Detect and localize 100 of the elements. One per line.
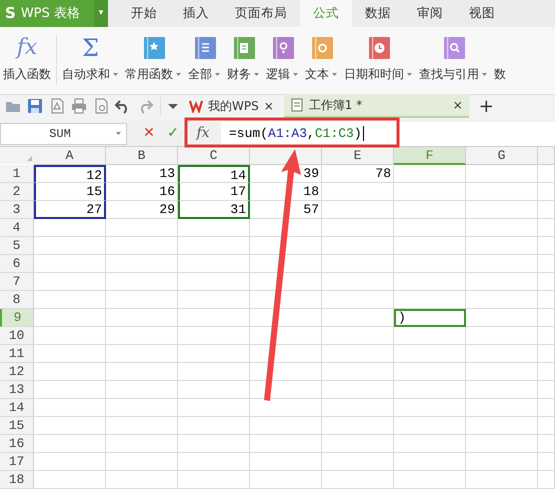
row-header[interactable]: 15 [0, 417, 34, 435]
empty-cell [394, 237, 466, 255]
row-header[interactable]: 18 [0, 471, 34, 489]
empty-cell [394, 327, 466, 345]
empty-cell [466, 345, 538, 363]
ribbon-button[interactable]: 财务 [224, 35, 263, 83]
name-box[interactable]: SUM [0, 122, 127, 144]
ribbon-button[interactable]: fx 插入函数 [0, 35, 54, 83]
column-header[interactable]: B [106, 147, 178, 165]
cancel-button[interactable]: ✕ [137, 123, 161, 144]
menu-tab[interactable]: 数据 [352, 0, 404, 27]
empty-cell [322, 471, 394, 489]
column-header[interactable]: C [178, 147, 250, 165]
table-cell: 14 [178, 165, 250, 183]
menu-caret-button[interactable]: ▾ [94, 0, 108, 27]
empty-cell [538, 471, 555, 489]
row-header[interactable]: 16 [0, 435, 34, 453]
empty-cell [322, 309, 394, 327]
empty-cell [394, 273, 466, 291]
save-icon[interactable] [26, 97, 44, 115]
empty-cell [538, 255, 555, 273]
row-header[interactable]: 6 [0, 255, 34, 273]
empty-cell [322, 453, 394, 471]
empty-cell [394, 183, 466, 201]
ribbon-button[interactable]: 文本 [302, 35, 341, 83]
row-header[interactable]: 4 [0, 219, 34, 237]
empty-cell [250, 453, 322, 471]
empty-cell [394, 255, 466, 273]
row-header[interactable]: 7 [0, 273, 34, 291]
empty-cell [106, 291, 178, 309]
empty-cell [322, 237, 394, 255]
empty-cell [106, 399, 178, 417]
empty-cell [322, 399, 394, 417]
empty-cell [538, 291, 555, 309]
column-header[interactable]: A [34, 147, 106, 165]
row-header[interactable]: 12 [0, 363, 34, 381]
empty-cell [106, 219, 178, 237]
document-tab[interactable]: 工作簿1 * × [284, 94, 469, 118]
ribbon-button[interactable]: 数 [491, 35, 509, 83]
ribbon-button[interactable]: 逻辑 [263, 35, 302, 83]
empty-cell [538, 327, 555, 345]
empty-cell [538, 309, 555, 327]
empty-cell [394, 291, 466, 309]
empty-cell [538, 363, 555, 381]
empty-cell [106, 381, 178, 399]
row-header[interactable]: 8 [0, 291, 34, 309]
document-tab[interactable]: 我的WPS × [183, 94, 280, 118]
empty-cell [178, 399, 250, 417]
empty-cell [322, 345, 394, 363]
row-header[interactable]: 10 [0, 327, 34, 345]
empty-cell [466, 435, 538, 453]
ribbon-button[interactable]: Σ 自动求和 [59, 35, 122, 83]
menu-tab[interactable]: 开始 [118, 0, 170, 27]
empty-cell [538, 417, 555, 435]
empty-cell [538, 435, 555, 453]
empty-cell [538, 201, 555, 219]
formula-field[interactable]: =sum(A1:A3,C1:C3) [221, 122, 555, 146]
menu-tab[interactable]: 视图 [456, 0, 508, 27]
row-header[interactable]: 3 [0, 201, 34, 219]
table-cell: 16 [106, 183, 178, 201]
empty-cell [466, 417, 538, 435]
ribbon-button[interactable]: 常用函数 [122, 35, 185, 83]
row-header[interactable]: 17 [0, 453, 34, 471]
row-header[interactable]: 11 [0, 345, 34, 363]
menu-tab[interactable]: 页面布局 [222, 0, 300, 27]
empty-cell [250, 417, 322, 435]
empty-cell [394, 417, 466, 435]
insert-function-button[interactable]: fx [185, 123, 221, 144]
empty-cell [466, 309, 538, 327]
empty-cell [322, 327, 394, 345]
menu-tab[interactable]: 审阅 [404, 0, 456, 27]
empty-cell [106, 345, 178, 363]
empty-cell [178, 435, 250, 453]
empty-cell [178, 345, 250, 363]
empty-cell [322, 255, 394, 273]
row-header[interactable]: 2 [0, 183, 34, 201]
row-header[interactable]: 14 [0, 399, 34, 417]
column-header[interactable]: G [466, 147, 538, 165]
table-cell: 15 [34, 183, 106, 201]
print-icon[interactable] [70, 97, 88, 115]
row-header[interactable]: 13 [0, 381, 34, 399]
empty-cell [322, 381, 394, 399]
empty-cell [178, 453, 250, 471]
ribbon-button[interactable]: 日期和时间 [341, 35, 416, 83]
row-header[interactable]: 1 [0, 165, 34, 183]
empty-cell [466, 453, 538, 471]
empty-cell [394, 363, 466, 381]
empty-cell [466, 399, 538, 417]
empty-cell [322, 435, 394, 453]
row-header[interactable]: 5 [0, 237, 34, 255]
empty-cell [106, 363, 178, 381]
column-header[interactable]: E [322, 147, 394, 165]
caret-icon [115, 130, 122, 137]
new-tab-button[interactable]: + [472, 94, 500, 118]
ribbon-button[interactable]: 查找与引用 [416, 35, 491, 83]
empty-cell [538, 183, 555, 201]
table-cell: 12 [34, 165, 106, 183]
ribbon-button[interactable]: 全部 [185, 35, 224, 83]
menu-tab[interactable]: 插入 [170, 0, 222, 27]
empty-cell [178, 381, 250, 399]
